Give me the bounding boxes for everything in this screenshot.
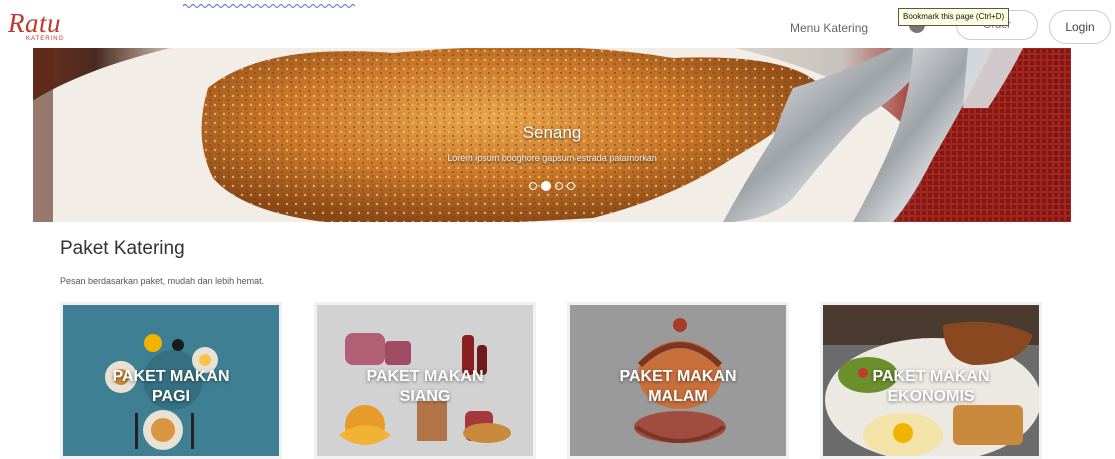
logo-tagline: KATERING — [26, 36, 65, 42]
card-label-line1: PAKET MAKAN — [112, 368, 230, 385]
card-label: PAKET MAKAN PAGI — [63, 367, 279, 407]
package-card-ekonomis[interactable]: PAKET MAKAN EKONOMIS — [820, 302, 1042, 459]
package-card-malam[interactable]: PAKET MAKAN MALAM — [567, 302, 789, 459]
carousel-indicators — [33, 181, 1071, 191]
menu-katering-link[interactable]: Menu Katering — [790, 21, 868, 35]
card-label-line2: MALAM — [648, 388, 708, 405]
card-label-line2: EKONOMIS — [887, 388, 975, 405]
slide-title: Senang — [522, 123, 582, 142]
package-card-siang[interactable]: PAKET MAKAN SIANG — [314, 302, 536, 459]
card-label-line1: PAKET MAKAN — [872, 368, 990, 385]
logo-text: Ratu — [8, 8, 61, 38]
card-label-line2: PAGI — [152, 388, 190, 405]
card-label: PAKET MAKAN SIANG — [317, 367, 533, 407]
card-label-line1: PAKET MAKAN — [366, 368, 484, 385]
package-card-pagi[interactable]: PAKET MAKAN PAGI — [60, 302, 282, 459]
carousel-dot-active[interactable] — [541, 181, 551, 191]
slide-description: Lorem ipsum booghore gapsum estrada pata… — [447, 153, 657, 163]
card-label-line2: SIANG — [399, 388, 451, 405]
hero-carousel[interactable]: Senang Lorem ipsum booghore gapsum estra… — [33, 48, 1071, 222]
brand-logo[interactable]: Ratu KATERING — [8, 8, 65, 43]
carousel-dot[interactable] — [567, 182, 575, 190]
section-subtitle: Pesan berdasarkan paket, mudah dan lebih… — [60, 276, 265, 286]
carousel-dot[interactable] — [555, 182, 563, 190]
bookmark-tooltip: Bookmark this page (Ctrl+D) — [898, 8, 1010, 26]
card-label: PAKET MAKAN EKONOMIS — [823, 367, 1039, 407]
spellcheck-underline — [183, 4, 355, 8]
card-label: PAKET MAKAN MALAM — [570, 367, 786, 407]
card-label-line1: PAKET MAKAN — [619, 368, 737, 385]
carousel-dot[interactable] — [529, 182, 537, 190]
login-button[interactable]: Login — [1049, 10, 1111, 44]
section-title: Paket Katering — [60, 238, 185, 259]
top-navbar: Ratu KATERING Menu Katering Order Login … — [0, 0, 1115, 50]
